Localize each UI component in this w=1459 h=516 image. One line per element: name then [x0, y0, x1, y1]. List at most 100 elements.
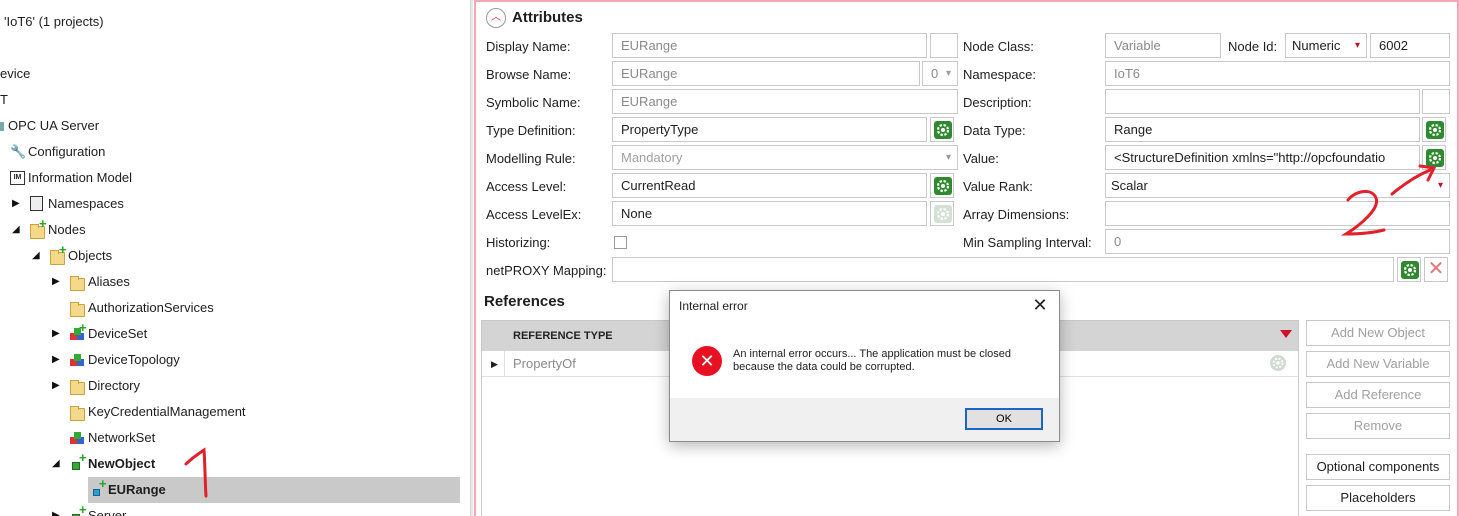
add-reference-button[interactable]: Add Reference	[1306, 382, 1450, 408]
plus-icon: +	[79, 320, 87, 335]
historizing-checkbox[interactable]	[614, 236, 627, 249]
description-locale-field[interactable]	[1422, 89, 1450, 114]
gear-icon	[1426, 121, 1444, 139]
tree-item-opc-ua-server[interactable]: OPC UA Server	[0, 113, 200, 139]
tree-item-label: OPC UA Server	[8, 118, 100, 133]
gear-icon[interactable]	[1270, 355, 1286, 371]
expand-arrow-icon[interactable]: ▶	[12, 191, 20, 217]
error-icon: ✕	[692, 346, 722, 376]
expand-arrow-icon[interactable]: ▶	[52, 321, 60, 347]
collapse-arrow-icon[interactable]: ◢	[32, 243, 40, 269]
tree-item-label: EURange	[108, 482, 166, 497]
annotation-one-mark	[184, 447, 208, 498]
add-new-variable-button[interactable]: Add New Variable	[1306, 351, 1450, 377]
expand-arrow-icon[interactable]: ▶	[491, 351, 498, 377]
tree-item-label: Directory	[88, 378, 141, 393]
tree-item-label: evice	[0, 66, 31, 81]
project-tree: 'IoT6' (1 projects) evice T OPC UA Serve…	[0, 0, 470, 516]
gear-icon	[934, 205, 952, 223]
display-name-locale-field[interactable]	[930, 33, 958, 58]
tree-item-server[interactable]: ▶ + Server	[52, 503, 292, 516]
netproxy-mapping-label: netPROXY Mapping:	[486, 263, 607, 278]
access-level-field[interactable]: CurrentRead	[612, 173, 927, 198]
netproxy-mapping-clear-icon[interactable]: ✕	[1424, 257, 1448, 282]
symbolic-name-label: Symbolic Name:	[486, 95, 581, 110]
ok-button[interactable]: OK	[965, 408, 1043, 430]
annotation-two-mark	[1340, 164, 1437, 236]
tree-item-devicetopology[interactable]: ▶ DeviceTopology	[52, 347, 292, 373]
close-icon[interactable]: ✕	[1029, 294, 1051, 316]
add-new-object-button[interactable]: Add New Object	[1306, 320, 1450, 346]
data-type-field[interactable]: Range	[1105, 117, 1420, 142]
collapse-arrow-icon[interactable]: ◢	[52, 451, 60, 477]
collapse-chevron-icon[interactable]: ︿	[486, 8, 506, 28]
namespace-field[interactable]: IoT6	[1105, 61, 1450, 86]
filter-icon[interactable]	[1280, 330, 1292, 338]
optional-components-button[interactable]: Optional components	[1306, 454, 1450, 480]
reference-type-column-header[interactable]: REFERENCE TYPE	[513, 321, 613, 351]
internal-error-dialog: Internal error ✕ ✕ An internal error occ…	[669, 290, 1060, 442]
modelling-rule-select[interactable]: Mandatory	[612, 145, 958, 170]
folder-icon	[70, 380, 85, 395]
tree-item-information-model[interactable]: IM Information Model	[8, 165, 248, 191]
placeholders-button[interactable]: Placeholders	[1306, 485, 1450, 511]
data-type-gear-button[interactable]	[1422, 117, 1446, 142]
tree-item-key-credential-management[interactable]: KeyCredentialManagement	[52, 399, 312, 425]
tree-item-directory[interactable]: ▶ Directory	[52, 373, 292, 399]
tree-item-configuration[interactable]: 🔧 Configuration	[8, 139, 228, 165]
tree-item-label: AuthorizationServices	[88, 300, 214, 315]
node-class-label: Node Class:	[963, 39, 1034, 54]
namespaces-icon	[30, 196, 43, 211]
type-definition-field[interactable]: PropertyType	[612, 117, 927, 142]
tree-item-eurange[interactable]: + EURange	[88, 477, 460, 503]
plus-icon: +	[79, 450, 87, 465]
tree-item-authorization-services[interactable]: AuthorizationServices	[52, 295, 312, 321]
node-id-type-select[interactable]: Numeric	[1285, 33, 1367, 58]
historizing-label: Historizing:	[486, 235, 551, 250]
references-title: References	[484, 293, 565, 310]
dialog-title: Internal error	[679, 299, 748, 313]
splitter[interactable]	[470, 0, 473, 516]
gear-icon	[1401, 261, 1419, 279]
description-field[interactable]	[1105, 89, 1420, 114]
access-level-ex-field[interactable]: None	[612, 201, 927, 226]
tree-item-aliases[interactable]: ▶ Aliases	[52, 269, 292, 295]
expand-arrow-icon[interactable]: ▶	[52, 503, 60, 516]
node-class-field[interactable]: Variable	[1105, 33, 1221, 58]
dialog-footer: OK	[670, 398, 1059, 441]
tree-item-namespaces[interactable]: ▶ Namespaces	[12, 191, 252, 217]
tree-item-objects[interactable]: ◢ + Objects	[32, 243, 272, 269]
tree-item-label: Aliases	[88, 274, 130, 289]
tree-item-networkset[interactable]: NetworkSet	[52, 425, 292, 451]
netproxy-mapping-gear-button[interactable]	[1397, 257, 1421, 282]
tree-item-newobject[interactable]: ◢ + NewObject	[52, 451, 292, 477]
tree-item-label: T	[0, 92, 8, 107]
access-level-gear-button[interactable]	[930, 173, 954, 198]
browse-name-namespace-select[interactable]: 0	[922, 61, 958, 86]
display-name-field[interactable]: EURange	[612, 33, 927, 58]
tree-item-label: DeviceSet	[88, 326, 148, 341]
tree-item-label: Objects	[68, 248, 113, 263]
browse-name-label: Browse Name:	[486, 67, 572, 82]
expand-arrow-icon[interactable]: ▶	[52, 373, 60, 399]
gear-icon	[934, 121, 952, 139]
tree-item-label: NetworkSet	[88, 430, 156, 445]
dialog-message: An internal error occurs... The applicat…	[733, 348, 1011, 373]
tree-item-nodes[interactable]: ◢ + Nodes	[12, 217, 252, 243]
browse-name-field[interactable]: EURange	[612, 61, 920, 86]
type-definition-gear-button[interactable]	[930, 117, 954, 142]
collapse-arrow-icon[interactable]: ◢	[12, 217, 20, 243]
plus-icon: +	[39, 216, 47, 231]
expand-arrow-icon[interactable]: ▶	[52, 347, 60, 373]
reference-type-cell: PropertyOf	[513, 356, 576, 371]
symbolic-name-field[interactable]: EURange	[612, 89, 958, 114]
type-definition-label: Type Definition:	[486, 123, 576, 138]
access-level-ex-gear-button[interactable]	[930, 201, 954, 226]
plus-icon: +	[59, 242, 67, 257]
remove-button[interactable]: Remove	[1306, 413, 1450, 439]
tree-item-deviceset[interactable]: ▶ + DeviceSet	[52, 321, 292, 347]
netproxy-mapping-field[interactable]	[612, 257, 1394, 282]
expand-arrow-icon[interactable]: ▶	[52, 269, 60, 295]
node-id-field[interactable]: 6002	[1370, 33, 1450, 58]
server-icon	[0, 122, 4, 131]
